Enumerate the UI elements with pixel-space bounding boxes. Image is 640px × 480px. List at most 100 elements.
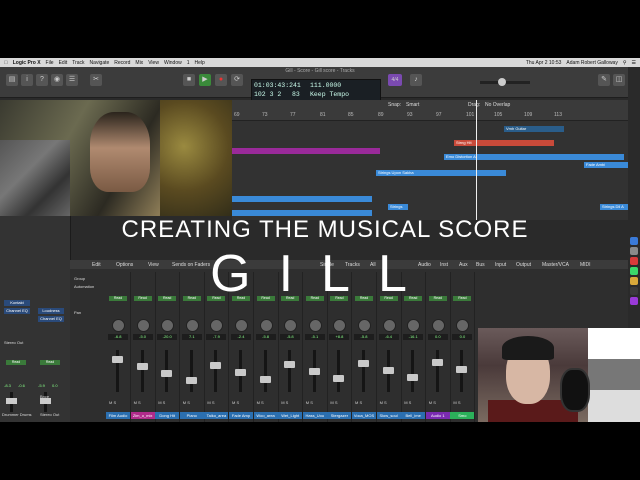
channel-name[interactable]: Film Audio (106, 412, 130, 419)
timeline-ruler[interactable]: Snap: Smart Drag: No Overlap 69 73 77 81… (232, 100, 628, 121)
region-purple[interactable] (232, 148, 380, 154)
volume-fader[interactable] (362, 350, 365, 392)
mute-solo[interactable]: M S (158, 400, 165, 405)
fader-cap[interactable] (161, 370, 173, 377)
menu-mix[interactable]: Mix (135, 60, 143, 66)
mute-solo[interactable]: M S (109, 400, 116, 405)
channel-name[interactable]: Dong Hit (155, 412, 180, 419)
mixer-icon[interactable]: ☰ (66, 74, 78, 86)
menu-record[interactable]: Record (114, 60, 130, 66)
menu-app-name[interactable]: Logic Pro X (13, 60, 41, 66)
notepad-icon[interactable]: ✎ (598, 74, 610, 86)
play-icon[interactable]: ▶ (199, 74, 211, 86)
menu-edit[interactable]: Edit (59, 60, 68, 66)
channel-name[interactable]: Woo_area (253, 412, 278, 419)
pan-knob[interactable] (358, 319, 371, 332)
channel-name[interactable]: Stergazer (327, 412, 352, 419)
channel-name[interactable]: Fade Amp (229, 412, 253, 419)
channel-name[interactable]: Audio 1 (425, 412, 450, 419)
help-icon[interactable]: ? (36, 74, 48, 86)
tracks-area[interactable]: Snap: Smart Drag: No Overlap 69 73 77 81… (232, 100, 628, 220)
mute-solo[interactable]: M S (257, 400, 264, 405)
inspector-icon[interactable]: i (21, 74, 33, 86)
stop-icon[interactable]: ■ (183, 74, 195, 86)
menu-user[interactable]: Adam Robert Galloway (566, 60, 617, 66)
channel-name[interactable]: Zim_o_mix (130, 412, 155, 419)
region-strings-a[interactable] (232, 196, 372, 202)
fader-cap[interactable] (358, 360, 369, 367)
drag-select[interactable]: No Overlap (485, 102, 510, 108)
fader-cap[interactable] (112, 356, 123, 363)
menu-file[interactable]: File (46, 60, 54, 66)
mute-solo[interactable]: M S (404, 400, 411, 405)
playhead[interactable] (476, 100, 477, 220)
pan-knob[interactable] (407, 319, 421, 332)
volume-fader[interactable] (411, 350, 415, 392)
mute-solo[interactable]: M S (355, 400, 362, 405)
fader-cap[interactable] (235, 369, 246, 376)
menu-help[interactable]: Help (195, 60, 205, 66)
menu-track[interactable]: Track (72, 60, 84, 66)
region-strings[interactable]: Strings (388, 204, 408, 210)
mute-solo[interactable]: M S (380, 400, 387, 405)
scissors-icon[interactable]: ✂ (90, 74, 102, 86)
channel-name[interactable]: Bell_ime (401, 412, 426, 419)
browser-icon[interactable]: ◫ (613, 74, 625, 86)
pan-knob[interactable] (333, 319, 347, 332)
pan-knob[interactable] (259, 319, 273, 332)
mute-solo[interactable]: M S (429, 400, 436, 405)
menu-window[interactable]: Window (164, 60, 182, 66)
mute-solo[interactable]: M S (281, 400, 288, 405)
menu-view[interactable]: View (148, 60, 159, 66)
pan-knob[interactable] (284, 319, 298, 332)
region-fade-ambi[interactable]: Fade Ambi (584, 162, 628, 168)
fader-cap[interactable] (136, 363, 148, 370)
mute-solo[interactable]: M S (207, 400, 214, 405)
channel-name[interactable]: Slow_soul (376, 412, 401, 419)
plugin-slot-2[interactable]: Channel EQ (4, 308, 30, 314)
volume-fader[interactable] (435, 350, 439, 392)
channel-name[interactable]: Taiko_area (204, 412, 229, 419)
pan-knob[interactable] (185, 319, 199, 332)
library-icon[interactable]: ▤ (6, 74, 18, 86)
metronome-icon[interactable]: ♪ (410, 74, 422, 86)
automation-read-1[interactable]: Read (6, 360, 26, 365)
region-strings-upon[interactable]: Strings Upon Sakha (376, 170, 506, 176)
smart-controls-icon[interactable]: ◉ (51, 74, 63, 86)
menu-1[interactable]: 1 (187, 60, 190, 66)
automation-read-2[interactable]: Read (40, 360, 60, 365)
volume-knob[interactable] (498, 78, 506, 86)
inspector-fader-track-1[interactable] (6, 392, 17, 412)
region-strings-dil[interactable]: Strings Dil A (600, 204, 628, 210)
pan-knob[interactable] (308, 319, 322, 332)
fader-cap[interactable] (431, 359, 443, 366)
mute-solo[interactable]: M S (183, 400, 190, 405)
region-emo-distortion[interactable]: Emo Distortion A (444, 154, 624, 160)
menu-datetime[interactable]: Thu Apr 2 10:53 (526, 60, 562, 66)
bounce-label[interactable]: Bnce (40, 394, 49, 399)
region-strng-hit[interactable]: Strng Hit (454, 140, 554, 146)
mute-solo[interactable]: M S (232, 400, 239, 405)
region-vmh-guitar[interactable]: Vmh Guitar (504, 126, 564, 132)
key-signature[interactable]: 4/4 (388, 74, 402, 86)
channel-name[interactable]: Smo (450, 412, 475, 419)
cycle-icon[interactable]: ⟳ (231, 74, 243, 86)
list-icon[interactable]: ☰ (632, 60, 636, 66)
mute-solo[interactable]: M S (330, 400, 337, 405)
mute-solo[interactable]: M S (134, 400, 141, 405)
output-label[interactable]: Stereo Out (4, 340, 23, 345)
plugin-slot-4[interactable]: Channel EQ (38, 316, 64, 322)
channel-name[interactable]: Piano (179, 412, 204, 419)
channel-name[interactable]: Hass_Uou (302, 412, 327, 419)
plugin-slot-3[interactable]: Loudness (38, 308, 64, 314)
snap-select[interactable]: Smart (406, 102, 419, 108)
mute-solo[interactable]: M S (306, 400, 313, 405)
pan-knob[interactable] (210, 319, 224, 332)
fader-cap[interactable] (308, 368, 320, 375)
apple-icon[interactable]:  (4, 60, 8, 66)
pan-knob[interactable] (112, 319, 125, 332)
pan-knob[interactable] (431, 319, 445, 332)
fader-cap[interactable] (210, 362, 222, 369)
pan-knob[interactable] (382, 319, 396, 332)
pan-knob[interactable] (456, 319, 470, 332)
